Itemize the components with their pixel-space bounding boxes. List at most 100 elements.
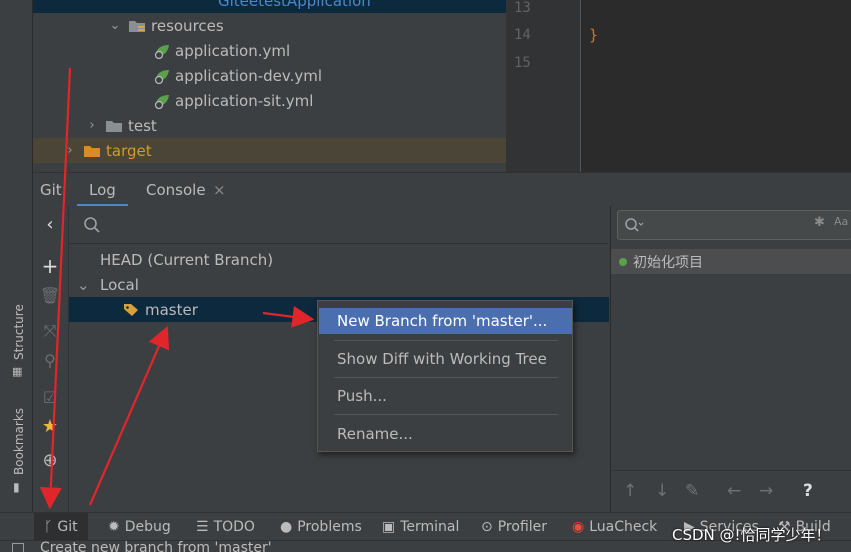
regex-icon[interactable]: ✱: [814, 215, 825, 230]
tab-console[interactable]: Console: [146, 173, 206, 207]
tree-item-label: resources: [151, 16, 224, 35]
tree-row-application-yml[interactable]: application.yml: [33, 38, 506, 63]
chevron-left-icon[interactable]: ‹: [33, 214, 67, 235]
branch-search-field[interactable]: [69, 206, 609, 244]
menu-show-diff[interactable]: Show Diff with Working Tree: [319, 346, 572, 372]
chevron-down-icon[interactable]: ⌄: [108, 18, 122, 33]
bookmark-icon: ▮: [13, 480, 20, 494]
structure-tool-label[interactable]: Structure: [12, 304, 26, 360]
menu-separator: [334, 414, 558, 415]
delete-icon[interactable]: 🗑: [33, 286, 67, 305]
arrow-right-icon[interactable]: →: [759, 481, 773, 501]
case-icon[interactable]: Aa: [834, 215, 848, 228]
commit-row[interactable]: 初始化项目: [611, 249, 851, 274]
menu-rename[interactable]: Rename...: [319, 421, 572, 447]
toolwindow-label: Profiler: [497, 519, 548, 535]
branch-label: master: [145, 300, 198, 319]
list-icon: ☰: [196, 519, 209, 535]
terminal-icon: ▣: [382, 519, 396, 535]
close-icon[interactable]: ×: [213, 173, 226, 207]
structure-icon: ▦: [12, 365, 23, 378]
tree-item-label: application-sit.yml: [175, 91, 314, 110]
branch-group-local[interactable]: ⌄ Local: [69, 272, 609, 297]
tree-item-label: test: [128, 116, 157, 135]
tree-row-application-dev-yml[interactable]: application-dev.yml: [33, 63, 506, 88]
chevron-right-icon[interactable]: ›: [85, 118, 99, 133]
menu-new-branch[interactable]: New Branch from 'master'...: [319, 308, 572, 334]
commit-nav-bar: ↑ ↓ ✎ ← → ?: [611, 470, 851, 512]
toolwindow-debug[interactable]: ✹ Debug: [108, 513, 171, 541]
git-tool-window-header: Git: Log Console ×: [33, 172, 851, 207]
search-icon[interactable]: ⚲: [33, 351, 67, 370]
tree-row-application-sit-yml[interactable]: application-sit.yml: [33, 88, 506, 113]
commit-log-panel: ✱ Aa 初始化项目 ↑ ↓ ✎ ← → ?: [610, 206, 851, 512]
tree-row-application-class[interactable]: GiteetestApplication: [33, 0, 506, 13]
code-editor[interactable]: }: [580, 0, 851, 172]
folder-icon: [106, 120, 122, 132]
branch-context-menu: New Branch from 'master'... Show Diff wi…: [317, 300, 573, 452]
tree-item-label: GiteetestApplication: [218, 0, 371, 10]
editor-gutter: 13 14 15: [506, 0, 580, 172]
menu-separator: [334, 340, 558, 341]
spring-yml-icon: [154, 44, 169, 59]
tree-row-target[interactable]: › target: [33, 138, 506, 163]
expand-icon[interactable]: ⌄: [33, 490, 67, 506]
toolwindow-label: TODO: [213, 519, 255, 535]
project-tree: GiteetestApplication ⌄ resources applica…: [33, 0, 506, 175]
spring-yml-icon: [154, 69, 169, 84]
toolwindow-git[interactable]: ᚴ Git: [34, 513, 88, 541]
help-icon[interactable]: ?: [803, 481, 813, 501]
chevron-right-icon[interactable]: ›: [63, 143, 77, 158]
git-branch-icon: ᚴ: [44, 519, 53, 535]
toolwindow-label: LuaCheck: [589, 519, 658, 535]
bug-icon: ✹: [108, 519, 120, 535]
toolwindow-profiler[interactable]: ⊙ Profiler: [481, 513, 547, 541]
branch-label: HEAD (Current Branch): [100, 250, 274, 269]
left-tool-strip: Structure ▦ Bookmarks ▮: [0, 0, 33, 552]
arrow-left-icon[interactable]: ←: [727, 481, 741, 501]
tree-item-label: application.yml: [175, 41, 291, 60]
luacheck-icon: ◉: [572, 519, 585, 535]
git-window-label: Git:: [40, 181, 67, 199]
spring-yml-icon: [154, 94, 169, 109]
resources-folder-icon: [129, 20, 145, 32]
commit-dot-icon: [619, 257, 627, 266]
favorite-star-icon[interactable]: ★: [33, 416, 67, 437]
commit-message: 初始化项目: [633, 254, 703, 271]
toolwindow-label: Git: [57, 519, 78, 535]
profiler-icon: ⊙: [481, 519, 493, 535]
tab-log[interactable]: Log: [77, 173, 128, 207]
menu-push[interactable]: Push...: [319, 383, 572, 409]
git-branches-toolbar: ‹ + 🗑 ⤧ ⚲ ☑ ★ ⊕ ⌄: [33, 206, 69, 512]
commit-search-field[interactable]: ✱ Aa: [617, 210, 851, 240]
bookmarks-tool-label[interactable]: Bookmarks: [12, 408, 26, 475]
branch-head[interactable]: HEAD (Current Branch): [69, 247, 609, 272]
toolwindow-label: Problems: [297, 519, 362, 535]
tree-item-label: target: [106, 141, 152, 160]
code-brace: }: [589, 26, 599, 44]
toolwindow-luacheck[interactable]: ◉ LuaCheck: [572, 513, 657, 541]
toolwindow-terminal[interactable]: ▣ Terminal: [382, 513, 459, 541]
tag-icon: [124, 303, 138, 316]
toolwindow-todo[interactable]: ☰ TODO: [196, 513, 255, 541]
tree-row-resources[interactable]: ⌄ resources: [33, 13, 506, 38]
tree-item-label: application-dev.yml: [175, 66, 323, 85]
toolwindow-problems[interactable]: ● Problems: [280, 513, 362, 541]
edit-icon[interactable]: ✎: [685, 481, 699, 501]
tree-row-test[interactable]: › test: [33, 113, 506, 138]
arrow-up-icon[interactable]: ↑: [623, 481, 637, 501]
target-icon[interactable]: ⊕: [33, 450, 67, 471]
line-number: 14: [514, 27, 531, 43]
arrow-down-icon[interactable]: ↓: [655, 481, 669, 501]
status-message: Create new branch from 'master': [40, 540, 272, 552]
merge-icon[interactable]: ⤧: [33, 321, 67, 341]
toolwindow-label: Debug: [124, 519, 171, 535]
chevron-down-icon[interactable]: ⌄: [77, 276, 91, 294]
branch-group-label: Local: [100, 275, 139, 294]
search-icon: [625, 218, 644, 232]
menu-separator: [334, 377, 558, 378]
add-icon[interactable]: +: [33, 254, 67, 278]
checkout-icon[interactable]: ☑: [33, 388, 67, 407]
toolwindow-label: Terminal: [400, 519, 460, 535]
search-icon: [84, 217, 100, 233]
